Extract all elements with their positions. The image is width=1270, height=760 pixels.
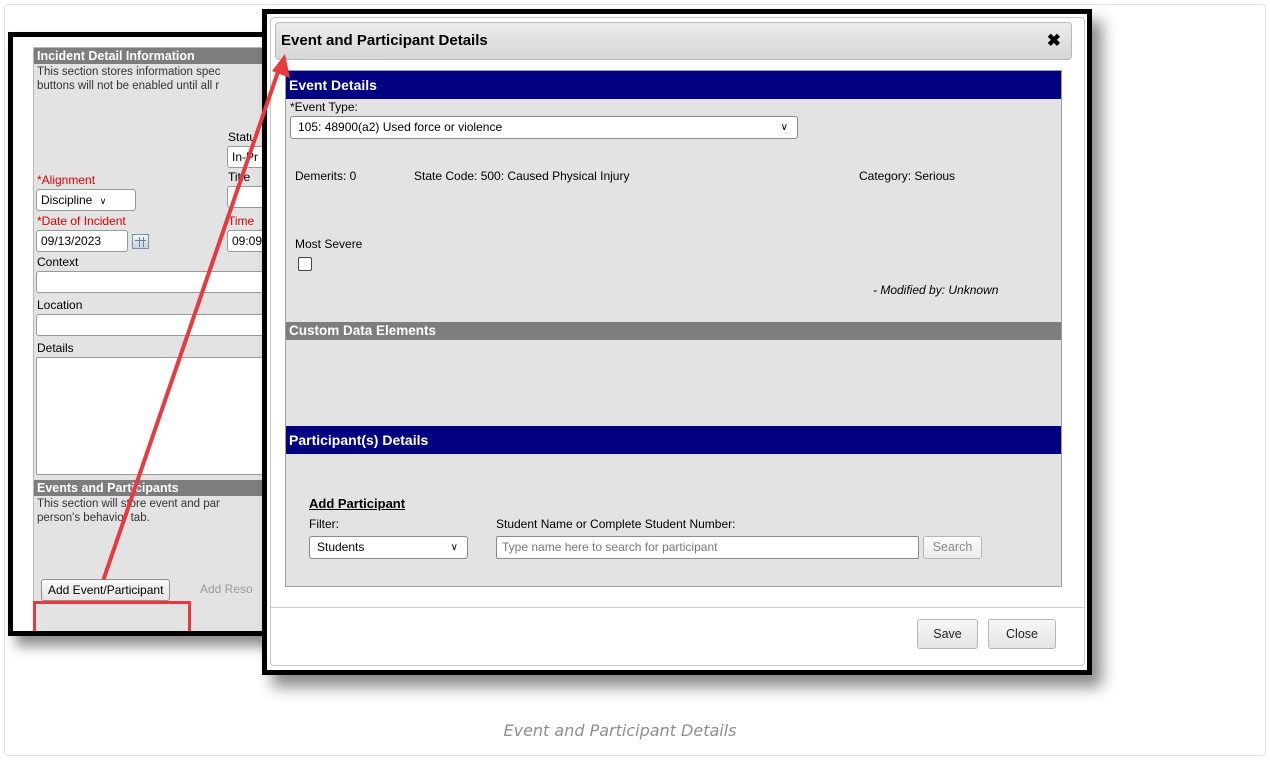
add-resolution-button[interactable]: Add Reso <box>194 579 259 601</box>
events-description-line2: person's behavior tab. <box>37 512 150 524</box>
event-type-select[interactable]: 105: 48900(a2) Used force or violence ∨ <box>290 116 798 139</box>
location-label: Location <box>37 298 83 312</box>
modal-title: Event and Participant Details <box>281 32 488 49</box>
filter-label: Filter: <box>309 517 339 531</box>
incident-section-title: Incident Detail Information <box>34 48 279 64</box>
demerits-text: Demerits: 0 <box>295 169 357 183</box>
incident-description-line1: This section stores information spec <box>37 66 221 78</box>
close-button[interactable]: Close <box>988 619 1056 649</box>
add-event-participant-button[interactable]: Add Event/Participant <box>41 579 171 601</box>
date-of-incident-input[interactable]: 09/13/2023 <box>36 230 128 252</box>
state-code-text: State Code: 500: Caused Physical Injury <box>414 169 630 183</box>
events-description-line1: This section will store event and par <box>37 498 220 510</box>
participant-search-input[interactable]: Type name here to search for participant <box>496 536 919 559</box>
incident-panel: Incident Detail Information This section… <box>33 47 279 631</box>
category-text: Category: Serious <box>859 169 956 183</box>
student-search-label: Student Name or Complete Student Number: <box>496 517 736 531</box>
status-label: Statu <box>228 130 257 144</box>
title-label: Title <box>228 170 251 184</box>
details-textarea[interactable] <box>36 357 279 475</box>
context-input[interactable] <box>36 271 279 293</box>
figure-caption: Event and Participant Details <box>503 721 737 740</box>
alignment-label: *Alignment <box>37 173 96 187</box>
event-participant-modal: Event and Participant Details ✖ Event De… <box>270 17 1085 666</box>
event-details-header: Event Details <box>286 71 1061 99</box>
modal-body: Event Details *Event Type: 105: 48900(a2… <box>285 70 1062 587</box>
add-participant-title: Add Participant <box>309 496 406 511</box>
details-label: Details <box>37 341 74 355</box>
save-button[interactable]: Save <box>917 619 978 649</box>
add-event-highlight-box <box>33 601 191 631</box>
participant-details-header: Participant(s) Details <box>286 426 1061 454</box>
modal-screenshot: Event and Participant Details ✖ Event De… <box>262 9 1092 675</box>
time-label: Time <box>228 214 255 228</box>
event-type-label: *Event Type: <box>290 100 358 114</box>
alignment-select[interactable]: Discipline ∨ <box>36 189 136 211</box>
most-severe-label: Most Severe <box>295 237 363 251</box>
filter-select[interactable]: Students ∨ <box>309 536 468 559</box>
location-input[interactable] <box>36 314 279 336</box>
filter-value: Students <box>317 540 365 554</box>
modal-footer-divider <box>271 607 1084 608</box>
most-severe-checkbox[interactable] <box>298 257 312 271</box>
chevron-down-icon: ∨ <box>780 122 788 133</box>
calendar-icon[interactable] <box>132 234 149 249</box>
context-label: Context <box>37 255 79 269</box>
modified-by-text: - Modified by: Unknown <box>873 283 999 297</box>
close-icon[interactable]: ✖ <box>1047 23 1061 59</box>
date-of-incident-label: *Date of Incident <box>37 214 126 228</box>
event-type-value: 105: 48900(a2) Used force or violence <box>298 120 503 134</box>
alignment-value: Discipline <box>41 193 93 207</box>
chevron-down-icon: ∨ <box>99 196 107 206</box>
modal-title-bar: Event and Participant Details ✖ <box>275 22 1072 60</box>
custom-data-elements-header: Custom Data Elements <box>286 322 1061 340</box>
search-button[interactable]: Search <box>923 536 982 559</box>
incident-description-line2: buttons will not be enabled until all r <box>37 80 220 92</box>
chevron-down-icon: ∨ <box>450 542 458 553</box>
events-section-title: Events and Participants <box>34 480 279 496</box>
background-screenshot: Incident Detail Information This section… <box>8 32 284 636</box>
